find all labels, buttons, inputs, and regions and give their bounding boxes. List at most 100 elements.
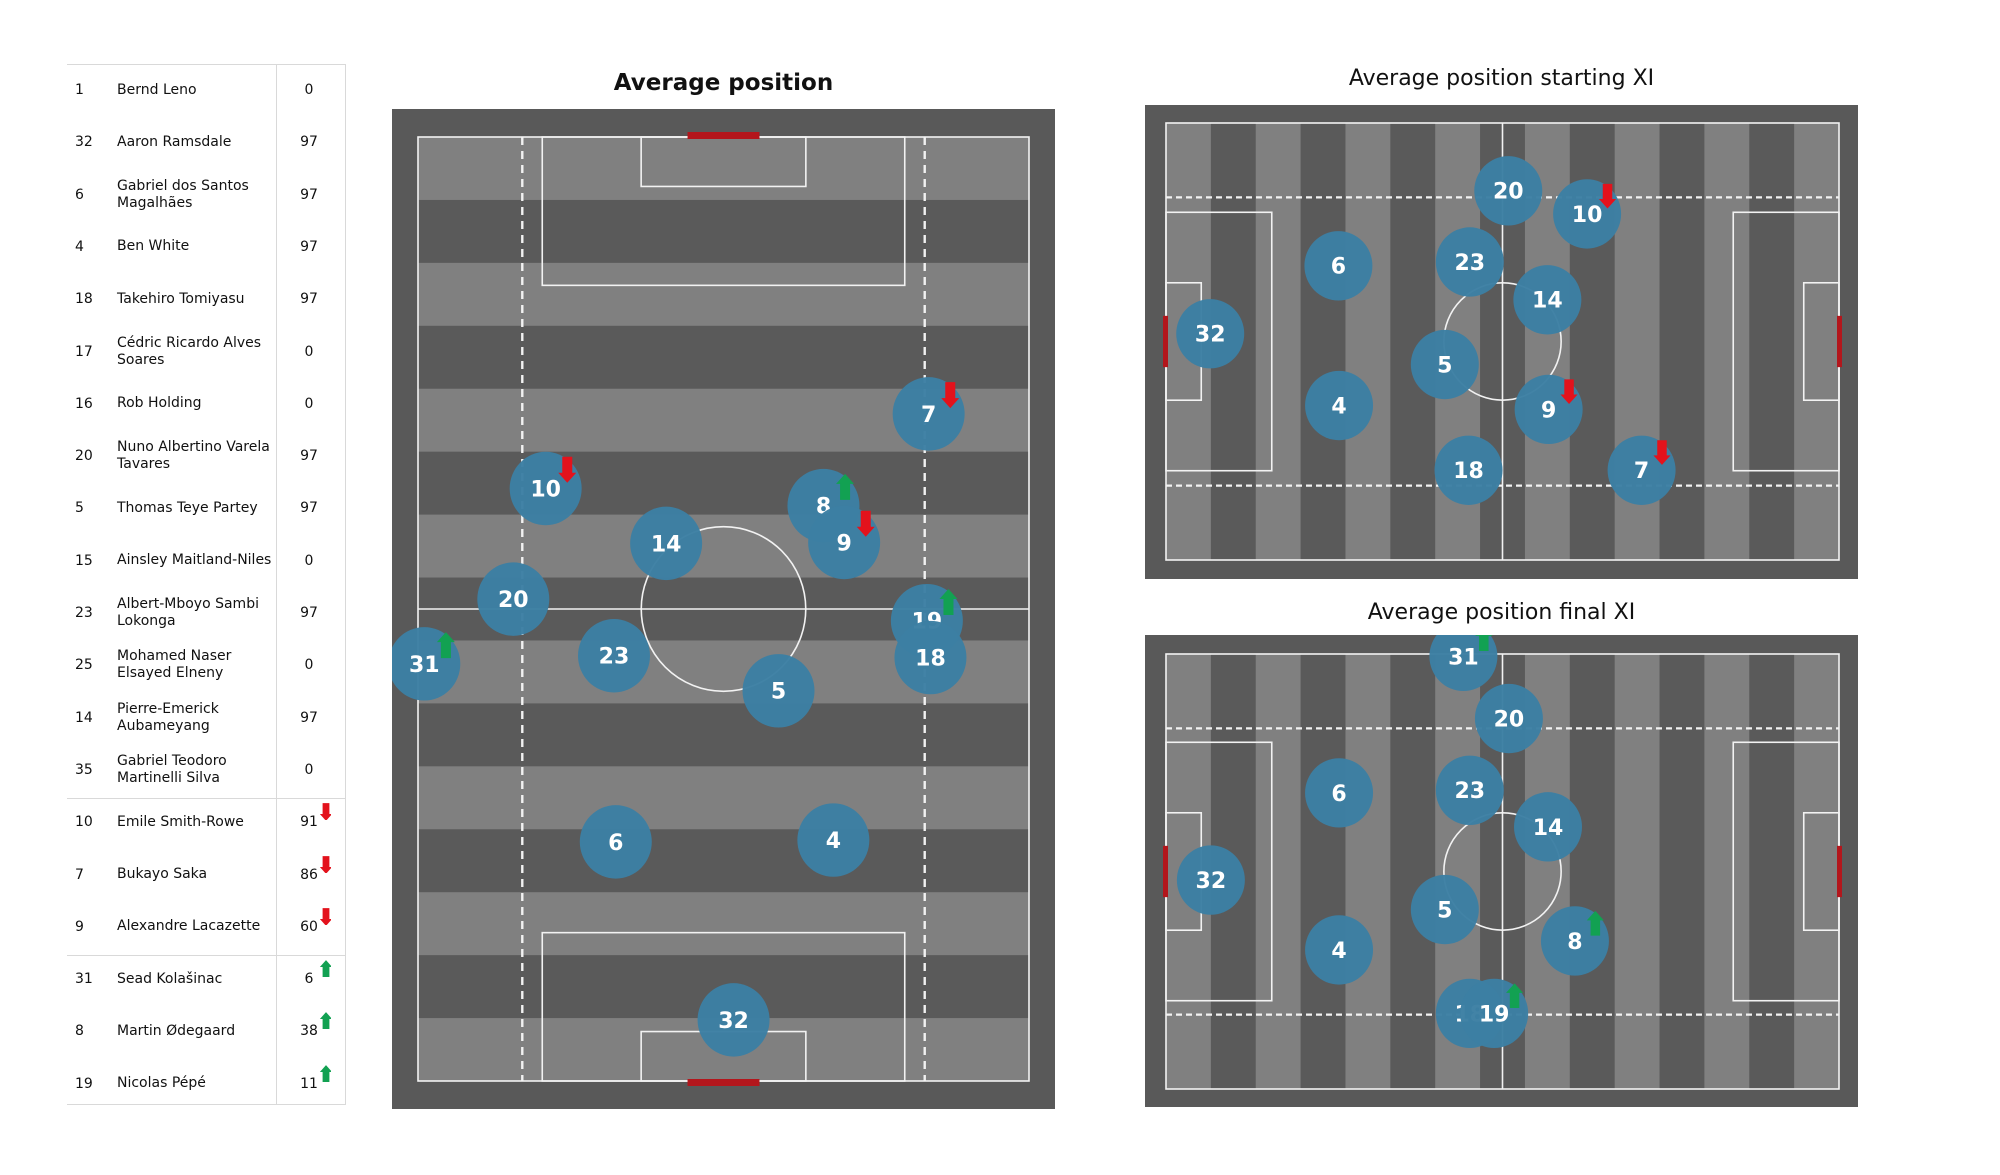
player-number-label: 31 bbox=[409, 653, 440, 678]
pitch-stripe bbox=[1749, 123, 1795, 560]
player-name: Alexandre Lacazette bbox=[117, 918, 261, 935]
player-marker: 23 bbox=[1435, 227, 1504, 297]
player-marker: 7 bbox=[1607, 435, 1676, 505]
pitch-average-position: 7108914201931231856432 bbox=[392, 109, 1055, 1109]
pitch-stripe bbox=[1300, 654, 1346, 1089]
minutes-played: 0 bbox=[304, 552, 314, 569]
player-marker: 20 bbox=[1474, 683, 1543, 754]
player-marker: 14 bbox=[1514, 792, 1583, 862]
player-number: 35 bbox=[75, 761, 93, 778]
player-marker: 5 bbox=[1410, 329, 1479, 400]
player-marker: 32 bbox=[1176, 299, 1245, 369]
player-number-label: 4 bbox=[1331, 394, 1346, 419]
table-row: 17 Cédric Ricardo Alves Soares 0 bbox=[67, 326, 346, 378]
player-number-label: 5 bbox=[1437, 353, 1452, 378]
player-number: 4 bbox=[75, 238, 84, 255]
player-number-label: 6 bbox=[608, 831, 623, 856]
goal bbox=[687, 132, 760, 139]
player-number-label: 19 bbox=[1479, 1002, 1510, 1027]
player-number-label: 20 bbox=[1493, 180, 1524, 205]
player-number: 9 bbox=[75, 918, 84, 935]
player-number: 10 bbox=[75, 814, 93, 831]
player-name: Rob Holding bbox=[117, 395, 202, 412]
chart-title-starting-xi: Average position starting XI bbox=[1348, 66, 1655, 91]
player-number-label: 31 bbox=[1448, 645, 1479, 670]
player-number-label: 14 bbox=[1533, 816, 1564, 841]
player-name: Aaron Ramsdale bbox=[117, 133, 232, 150]
player-marker: 18 bbox=[1434, 435, 1503, 505]
player-number-label: 6 bbox=[1331, 255, 1346, 280]
player-name: Emile Smith-Rowe bbox=[117, 813, 244, 830]
pitch-content: 7108914201931231856432 bbox=[392, 132, 1030, 1086]
player-marker: 4 bbox=[1305, 370, 1374, 441]
table-row: 9 Alexandre Lacazette 60 bbox=[67, 901, 346, 953]
player-name: Nicolas Pépé bbox=[117, 1075, 206, 1092]
player-number-label: 4 bbox=[826, 829, 841, 854]
player-marker: 23 bbox=[1435, 755, 1504, 825]
player-number-label: 18 bbox=[1453, 459, 1484, 484]
player-number-label: 32 bbox=[1195, 323, 1226, 348]
player-number-label: 23 bbox=[599, 645, 630, 670]
pitch-stripe bbox=[1255, 654, 1302, 1089]
player-number-label: 10 bbox=[530, 477, 561, 502]
player-name: Sead Kolašinac bbox=[117, 970, 223, 987]
table-row: 19 Nicolas Pépé 11 bbox=[67, 1058, 346, 1110]
player-marker: 31 bbox=[1429, 635, 1498, 692]
minutes-played: 97 bbox=[300, 291, 318, 308]
pitch-stripe bbox=[1614, 654, 1661, 1089]
table-row: 5 Thomas Teye Partey 97 bbox=[67, 482, 346, 534]
minutes-played: 97 bbox=[300, 448, 318, 465]
player-name: Nuno Albertino Varela Tavares bbox=[117, 439, 270, 473]
subbed-off-arrow-icon bbox=[319, 907, 331, 925]
player-marker: 18 bbox=[894, 620, 967, 695]
minutes-played: 91 bbox=[300, 814, 318, 831]
player-number: 7 bbox=[75, 866, 84, 883]
table-row: 14 Pierre-Emerick Aubameyang 97 bbox=[67, 692, 346, 744]
minutes-played: 6 bbox=[304, 971, 314, 988]
table-row: 31 Sead Kolašinac 6 bbox=[67, 953, 346, 1005]
player-marker: 5 bbox=[742, 654, 815, 728]
pitch-stripe bbox=[1749, 654, 1795, 1089]
player-name: Bernd Leno bbox=[117, 81, 197, 98]
goal bbox=[1163, 315, 1168, 368]
pitch-stripe bbox=[1659, 123, 1705, 560]
table-row: 16 Rob Holding 0 bbox=[67, 378, 346, 430]
goal bbox=[1163, 845, 1168, 898]
player-number-label: 5 bbox=[1437, 898, 1452, 923]
minutes-played: 97 bbox=[300, 500, 318, 517]
player-number: 5 bbox=[75, 500, 84, 517]
player-marker: 9 bbox=[808, 505, 881, 580]
table-row: 15 Ainsley Maitland-Niles 0 bbox=[67, 535, 346, 587]
player-marker: 32 bbox=[1176, 845, 1245, 915]
pitch-stripe bbox=[1390, 654, 1436, 1089]
player-marker: 19 bbox=[1460, 978, 1529, 1049]
pitch-stripe bbox=[1255, 123, 1302, 560]
player-marker: 4 bbox=[797, 803, 870, 877]
pitch-stripe bbox=[418, 829, 1029, 893]
pitch-stripe bbox=[1345, 123, 1391, 560]
player-marker: 4 bbox=[1305, 915, 1374, 985]
minutes-played: 97 bbox=[300, 186, 318, 203]
player-number-label: 6 bbox=[1331, 782, 1346, 807]
player-number: 14 bbox=[75, 709, 93, 726]
player-number-label: 18 bbox=[915, 646, 946, 671]
table-row: 35 Gabriel Teodoro Martinelli Silva 0 bbox=[67, 744, 346, 796]
minutes-played: 38 bbox=[300, 1023, 318, 1040]
table-row: 32 Aaron Ramsdale 97 bbox=[67, 116, 346, 168]
player-name: Bukayo Saka bbox=[117, 866, 208, 882]
minutes-played: 0 bbox=[304, 82, 314, 98]
pitch-stripe bbox=[418, 262, 1029, 327]
player-number: 1 bbox=[75, 82, 84, 98]
pitch-stripe bbox=[418, 703, 1029, 767]
minutes-played: 0 bbox=[304, 343, 314, 360]
table-row: 20 Nuno Albertino Varela Tavares 97 bbox=[67, 430, 346, 482]
pitch-stripe bbox=[418, 892, 1029, 956]
player-marker: 32 bbox=[697, 983, 770, 1057]
player-marker: 9 bbox=[1514, 374, 1583, 445]
player-number-label: 20 bbox=[498, 588, 529, 613]
player-number: 32 bbox=[75, 134, 93, 151]
player-marker: 6 bbox=[1304, 231, 1373, 301]
chart-title-final-xi: Average position final XI bbox=[1367, 600, 1636, 625]
player-number-label: 9 bbox=[836, 531, 851, 556]
player-marker: 31 bbox=[392, 627, 461, 701]
